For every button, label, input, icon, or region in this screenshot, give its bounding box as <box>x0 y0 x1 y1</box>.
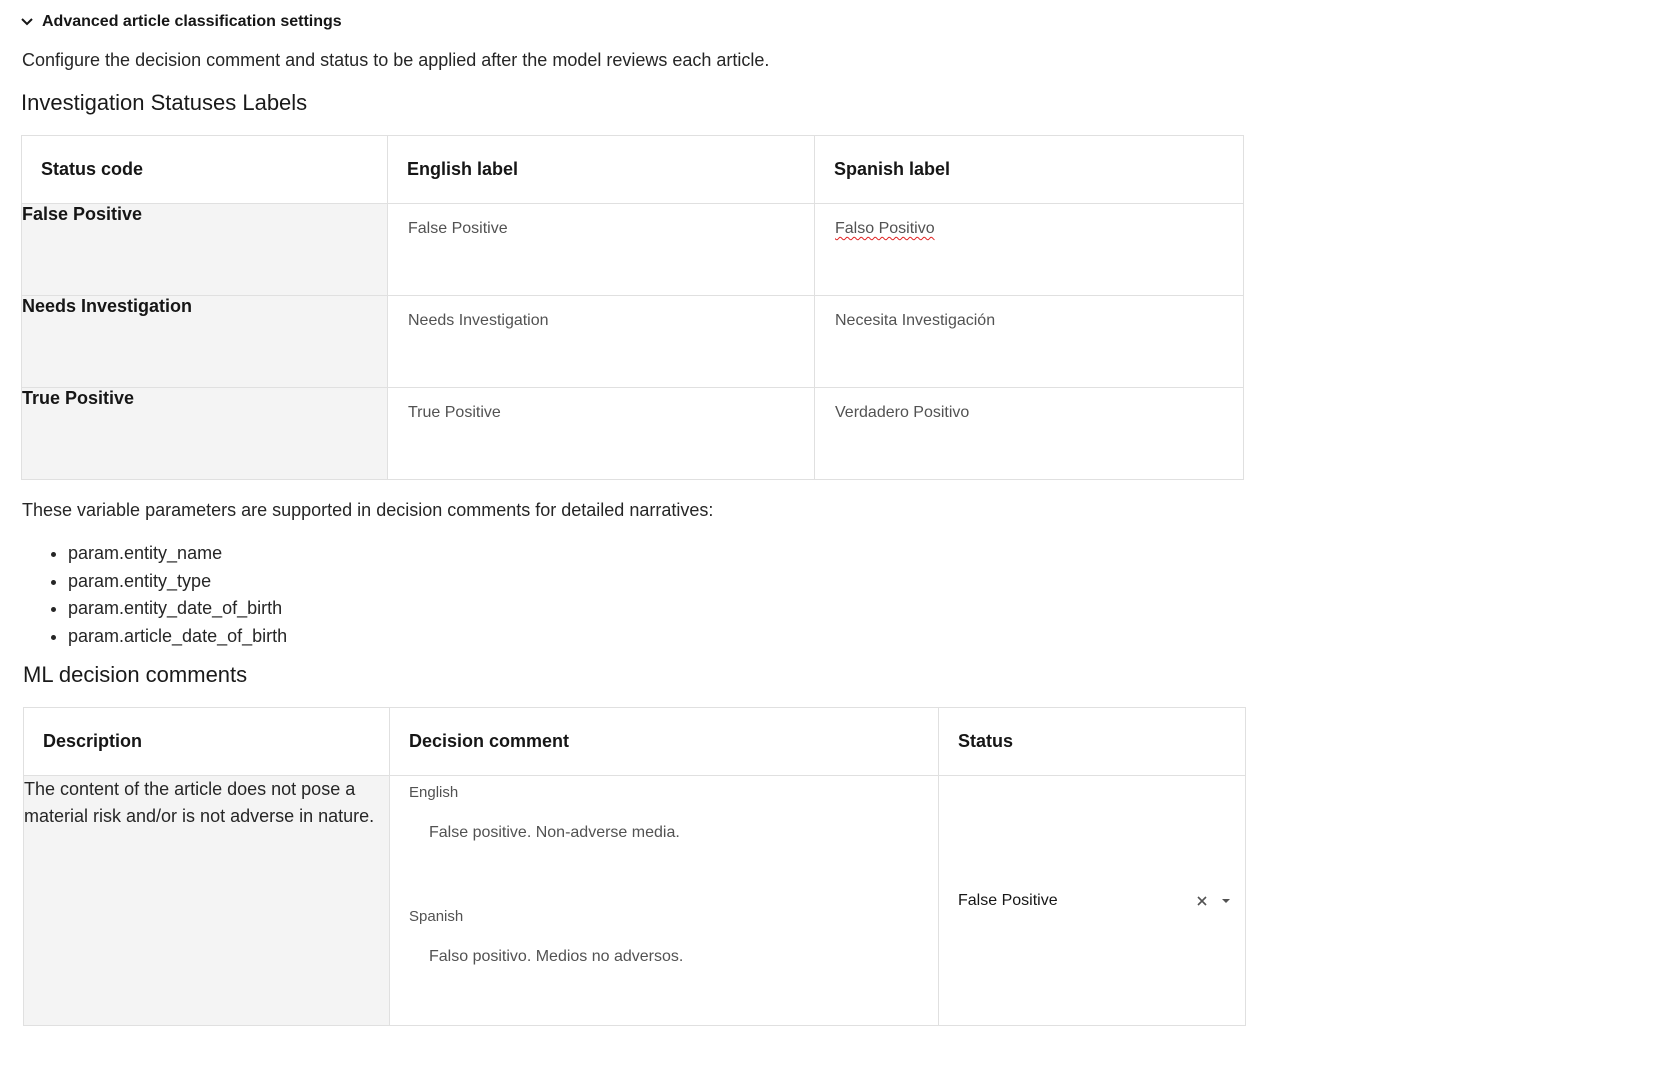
statuses-table: Status code English label Spanish label … <box>21 135 1244 480</box>
english-label-field[interactable]: False Positive <box>387 203 815 296</box>
advanced-settings-toggle[interactable]: Advanced article classification settings <box>20 13 342 31</box>
table-row: Needs Investigation Needs Investigation … <box>21 295 1244 388</box>
english-label-value: Needs Investigation <box>408 312 549 329</box>
list-item: param.entity_type <box>68 568 287 596</box>
comment-description: The content of the article does not pose… <box>23 775 390 1026</box>
caret-down-icon[interactable] <box>1221 896 1231 906</box>
status-select[interactable]: False Positive <box>958 892 1231 910</box>
spanish-comment-label: Spanish <box>409 908 464 925</box>
statuses-header-row: Status code English label Spanish label <box>21 135 1244 204</box>
column-header-status-code: Status code <box>21 135 388 204</box>
status-code: True Positive <box>21 387 388 480</box>
list-item: param.article_date_of_birth <box>68 623 287 651</box>
column-header-description: Description <box>23 707 390 776</box>
english-label-value: False Positive <box>408 220 508 237</box>
section-intro: Configure the decision comment and statu… <box>22 50 770 70</box>
chevron-down-icon <box>21 18 33 26</box>
column-header-english-label: English label <box>387 135 815 204</box>
comments-header-row: Description Decision comment Status <box>23 707 1246 776</box>
spanish-label-field[interactable]: Verdadero Positivo <box>814 387 1244 480</box>
comments-heading: ML decision comments <box>23 662 248 687</box>
table-row: True Positive True Positive Verdadero Po… <box>21 387 1244 480</box>
decision-comment-cell: English False positive. Non-adverse medi… <box>389 775 939 1026</box>
spanish-label-field[interactable]: Falso Positivo <box>814 203 1244 296</box>
status-code: Needs Investigation <box>21 295 388 388</box>
english-label-value: True Positive <box>408 404 501 421</box>
comments-table: Description Decision comment Status The … <box>23 707 1246 1026</box>
column-header-decision-comment: Decision comment <box>389 707 939 776</box>
params-intro: These variable parameters are supported … <box>22 500 714 520</box>
column-header-spanish-label: Spanish label <box>814 135 1244 204</box>
status-select-value: False Positive <box>958 892 1058 909</box>
params-list: param.entity_name param.entity_type para… <box>22 540 287 650</box>
english-comment-label: English <box>409 784 459 801</box>
english-label-field[interactable]: Needs Investigation <box>387 295 815 388</box>
table-row: False Positive False Positive Falso Posi… <box>21 203 1244 296</box>
spanish-label-value: Verdadero Positivo <box>835 404 970 421</box>
english-label-field[interactable]: True Positive <box>387 387 815 480</box>
spanish-comment-field[interactable]: Falso positivo. Medios no adversos. <box>429 948 683 966</box>
list-item: param.entity_name <box>68 540 287 568</box>
statuses-heading: Investigation Statuses Labels <box>21 90 308 115</box>
list-item: param.entity_date_of_birth <box>68 595 287 623</box>
page: Advanced article classification settings… <box>0 0 1653 1066</box>
english-comment-field[interactable]: False positive. Non-adverse media. <box>429 824 680 842</box>
table-row: The content of the article does not pose… <box>23 775 1246 1026</box>
status-cell: False Positive <box>938 775 1246 1026</box>
column-header-status: Status <box>938 707 1246 776</box>
status-code: False Positive <box>21 203 388 296</box>
spanish-label-value: Necesita Investigación <box>835 312 996 329</box>
advanced-settings-label: Advanced article classification settings <box>42 13 342 30</box>
spanish-label-value: Falso Positivo <box>835 220 935 237</box>
close-icon[interactable] <box>1195 894 1209 908</box>
spanish-label-field[interactable]: Necesita Investigación <box>814 295 1244 388</box>
